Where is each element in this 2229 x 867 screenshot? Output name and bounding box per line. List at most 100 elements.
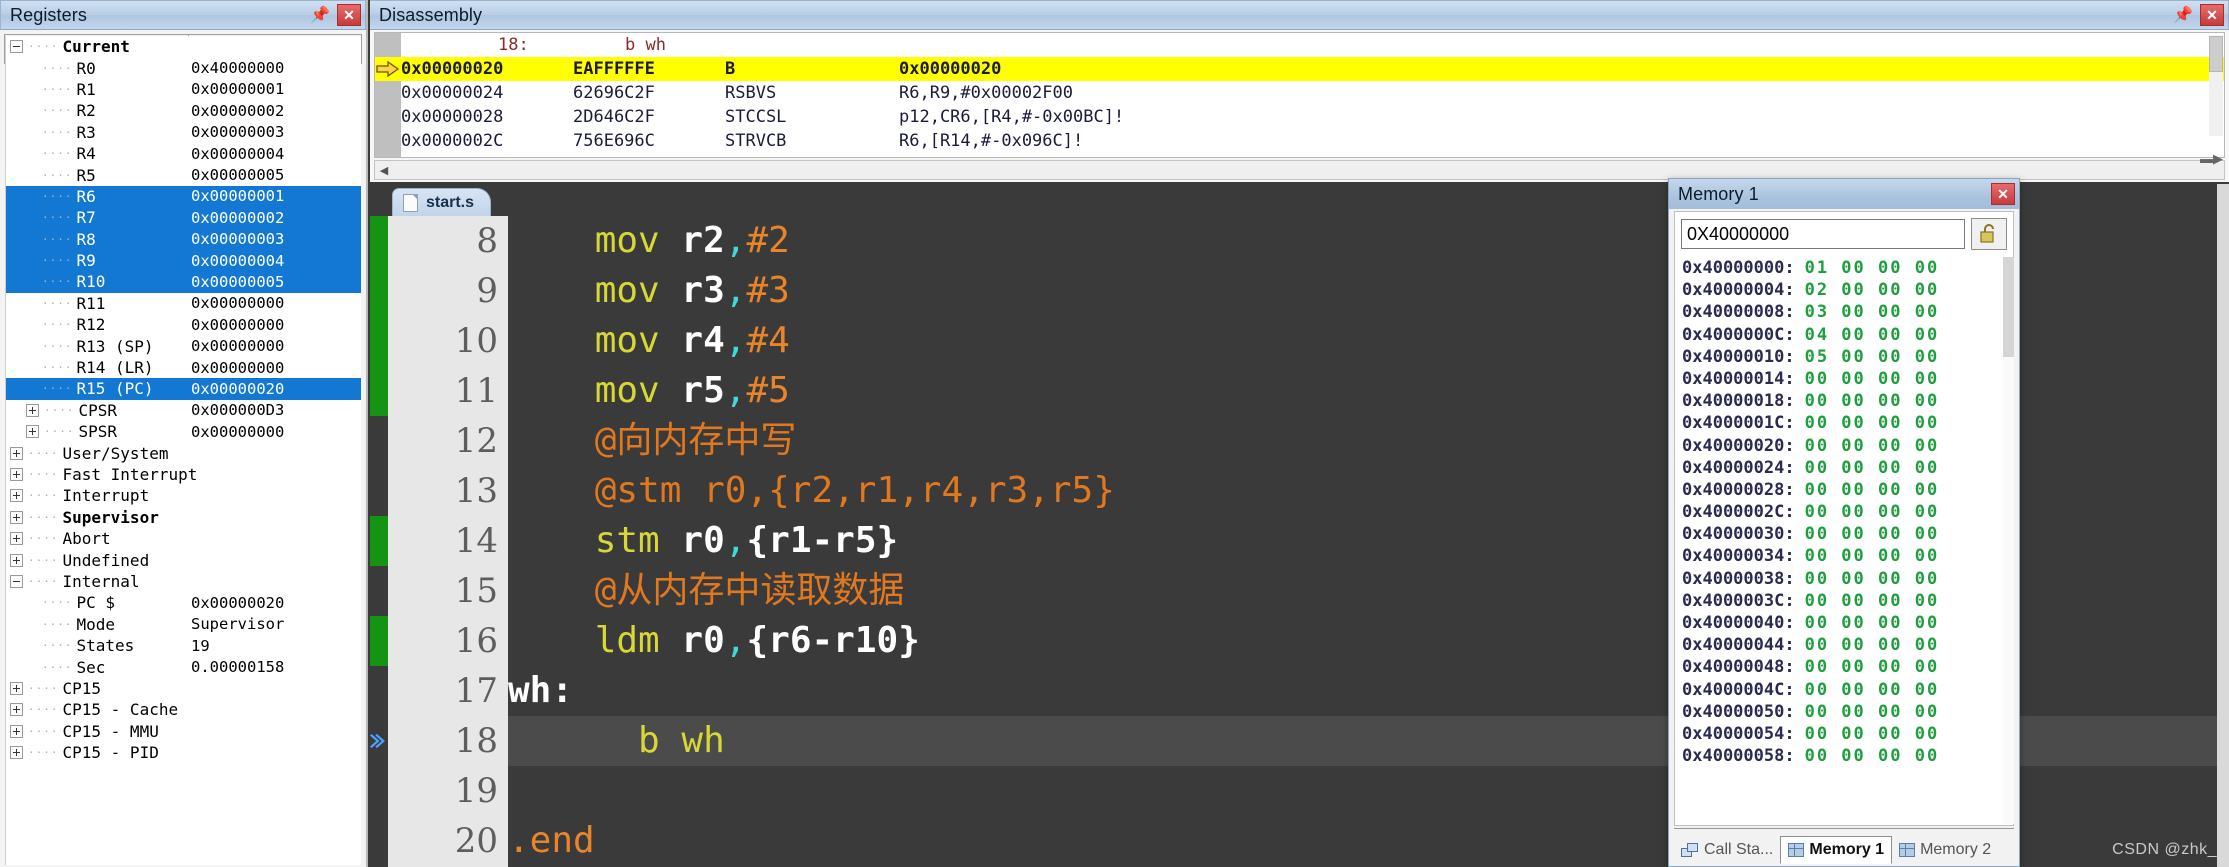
expand-icon[interactable] [10,532,23,546]
register-row[interactable]: ···· PC $ 0x00000020 [6,592,361,613]
breakpoint-marker[interactable] [370,616,388,666]
memory-row[interactable]: 0x40000044: 00 00 00 00 [1682,635,1997,657]
editor-tab-start-s[interactable]: start.s [392,188,492,216]
register-row[interactable]: ···· Interrupt [6,485,361,506]
memory-row[interactable]: 0x4000000C: 04 00 00 00 [1682,325,1997,347]
register-row[interactable]: ···· R6 0x00000001 [6,185,361,208]
close-icon[interactable]: ✕ [1991,183,2015,205]
disassembly-code-line[interactable]: 0x0000002C 756E696C STRVCB R6,[R14,#-0x096C… [375,129,2224,153]
register-row[interactable]: ···· R14 (LR) 0x00000000 [6,357,361,378]
collapse-icon[interactable] [10,40,23,54]
memory-dump-list[interactable]: 0x40000000: 01 00 00 00 0x40000004: 02 00 0… [1676,258,1997,824]
register-row[interactable]: ···· CP15 - PID [6,742,361,763]
breakpoint-marker[interactable] [370,316,388,366]
memory-row[interactable]: 0x40000030: 00 00 00 00 [1682,524,1997,546]
disassembly-code-line[interactable]: 0x00000020 EAFFFFFE B 0x00000020 [375,57,2224,81]
register-row[interactable]: ···· CPSR 0x000000D3 [6,400,361,421]
register-row[interactable]: ···· CP15 - MMU [6,721,361,742]
memory-row[interactable]: 0x40000054: 00 00 00 00 [1682,724,1997,746]
register-row[interactable]: ···· R9 0x00000004 [6,249,361,272]
memory-row[interactable]: 0x40000034: 00 00 00 00 [1682,546,1997,568]
expand-icon[interactable] [10,510,23,524]
breakpoint-gutter[interactable] [369,216,388,867]
memory-row[interactable]: 0x40000048: 00 00 00 00 [1682,657,1997,679]
chevron-down-icon[interactable]: ▾ [2179,200,2188,221]
close-icon[interactable]: ✕ [337,4,361,26]
register-row[interactable]: ···· R5 0x00000005 [6,164,361,185]
expand-icon[interactable] [10,746,23,760]
memory-row[interactable]: 0x40000058: 00 00 00 00 [1682,746,1997,768]
expand-icon[interactable] [10,724,23,738]
pin-icon[interactable]: 📌 [309,4,331,26]
memory-row[interactable]: 0x4000001C: 00 00 00 00 [1682,413,1997,435]
memory-tab[interactable]: Call Sta... [1674,836,1780,864]
memory-vertical-scrollbar[interactable] [2003,257,2014,824]
register-row[interactable]: ···· R8 0x00000003 [6,228,361,250]
scrollbar-thumb[interactable] [2003,257,2014,357]
breakpoint-marker[interactable] [370,516,388,566]
memory-row[interactable]: 0x40000000: 01 00 00 00 [1682,258,1997,280]
register-row[interactable]: ···· R15 (PC) 0x00000020 [6,378,361,400]
memory-row[interactable]: 0x40000028: 00 00 00 00 [1682,480,1997,502]
scrollbar-thumb[interactable] [2209,36,2223,72]
memory-tab[interactable]: Memory 1 [1780,836,1893,864]
register-row[interactable]: ···· R0 0x40000000 [6,57,361,78]
pin-icon[interactable]: 📌 [2172,4,2194,26]
register-row[interactable]: ···· Mode Supervisor [6,614,361,635]
memory-row[interactable]: 0x40000020: 00 00 00 00 [1682,436,1997,458]
register-row[interactable]: ···· R11 0x00000000 [6,293,361,314]
register-row[interactable]: ···· Undefined [6,549,361,570]
register-row[interactable]: ···· R3 0x00000003 [6,122,361,143]
expand-icon[interactable] [10,489,23,503]
register-row[interactable]: ···· R12 0x00000000 [6,314,361,335]
register-row[interactable]: ···· R13 (SP) 0x00000000 [6,335,361,356]
registers-tree[interactable]: ···· Current ···· R0 0x40000000 ···· R1 0x00000… [5,36,361,865]
register-row[interactable]: ···· R4 0x00000004 [6,143,361,164]
breakpoint-marker[interactable] [370,366,388,416]
collapse-icon[interactable] [10,574,23,588]
register-row[interactable]: ···· States 19 [6,635,361,656]
disassembly-vertical-scrollbar[interactable] [2209,36,2223,136]
editor-vertical-scrollbar[interactable] [2217,184,2229,867]
register-row[interactable]: ···· R1 0x00000001 [6,79,361,100]
memory-row[interactable]: 0x40000010: 05 00 00 00 [1682,347,1997,369]
unlock-icon[interactable] [1971,218,2007,250]
breakpoint-marker[interactable] [370,216,388,266]
register-row[interactable]: ···· SPSR 0x00000000 [6,421,361,442]
memory-row[interactable]: 0x40000004: 02 00 00 00 [1682,280,1997,302]
memory-row[interactable]: 0x40000008: 03 00 00 00 [1682,302,1997,324]
scroll-handle-icon[interactable]: ▬▶ [2200,151,2223,167]
memory-row[interactable]: 0x4000003C: 00 00 00 00 [1682,591,1997,613]
expand-icon[interactable] [10,468,23,481]
register-row[interactable]: ···· Internal [6,571,361,592]
register-row[interactable]: ···· Abort [6,528,361,549]
disassembly-scroll-affordance[interactable]: ▬▶ [2163,150,2223,168]
register-row[interactable]: ···· Fast Interrupt [6,464,361,485]
disassembly-code-line[interactable]: 0x00000028 2D646C2F STCCSL p12,CR6,[R4,#-0x… [375,105,2224,129]
register-row[interactable]: ···· R2 0x00000002 [6,100,361,121]
memory-row[interactable]: 0x40000040: 00 00 00 00 [1682,613,1997,635]
disassembly-listing[interactable]: 18: b wh 0x00000020 EAFFFFFE B 0x00000020 0x00… [374,32,2225,158]
expand-icon[interactable] [10,681,23,695]
memory-row[interactable]: 0x40000018: 00 00 00 00 [1682,391,1997,413]
expand-icon[interactable] [10,446,23,460]
disassembly-code-line[interactable]: 0x00000024 62696C2F RSBVS R6,R9,#0x00002F00 [375,81,2224,105]
disassembly-source-line[interactable]: 18: b wh [375,33,2224,57]
register-row[interactable]: ···· User/System [6,442,361,463]
memory-row[interactable]: 0x4000004C: 00 00 00 00 [1682,680,1997,702]
memory-tab[interactable]: Memory 2 [1892,836,1998,864]
expand-icon[interactable] [10,703,23,717]
register-row[interactable]: ···· CP15 - Cache [6,699,361,720]
disassembly-horizontal-scrollbar[interactable]: ◀ [374,160,2225,180]
register-row[interactable]: ···· Current [6,36,361,57]
register-row[interactable]: ···· R10 0x00000005 [6,271,361,293]
memory-row[interactable]: 0x40000014: 00 00 00 00 [1682,369,1997,391]
register-row[interactable]: ···· Sec 0.00000158 [6,656,361,677]
memory-window-tabs[interactable]: Call Sta... Memory 1 Memory 2 [1674,828,2014,864]
register-row[interactable]: ···· CP15 [6,678,361,699]
register-row[interactable]: ···· R7 0x00000002 [6,207,361,229]
close-icon[interactable]: ✕ [2200,200,2215,221]
scroll-left-arrow-icon[interactable]: ◀ [375,164,393,177]
expand-icon[interactable] [26,403,39,417]
memory-row[interactable]: 0x40000050: 00 00 00 00 [1682,702,1997,724]
